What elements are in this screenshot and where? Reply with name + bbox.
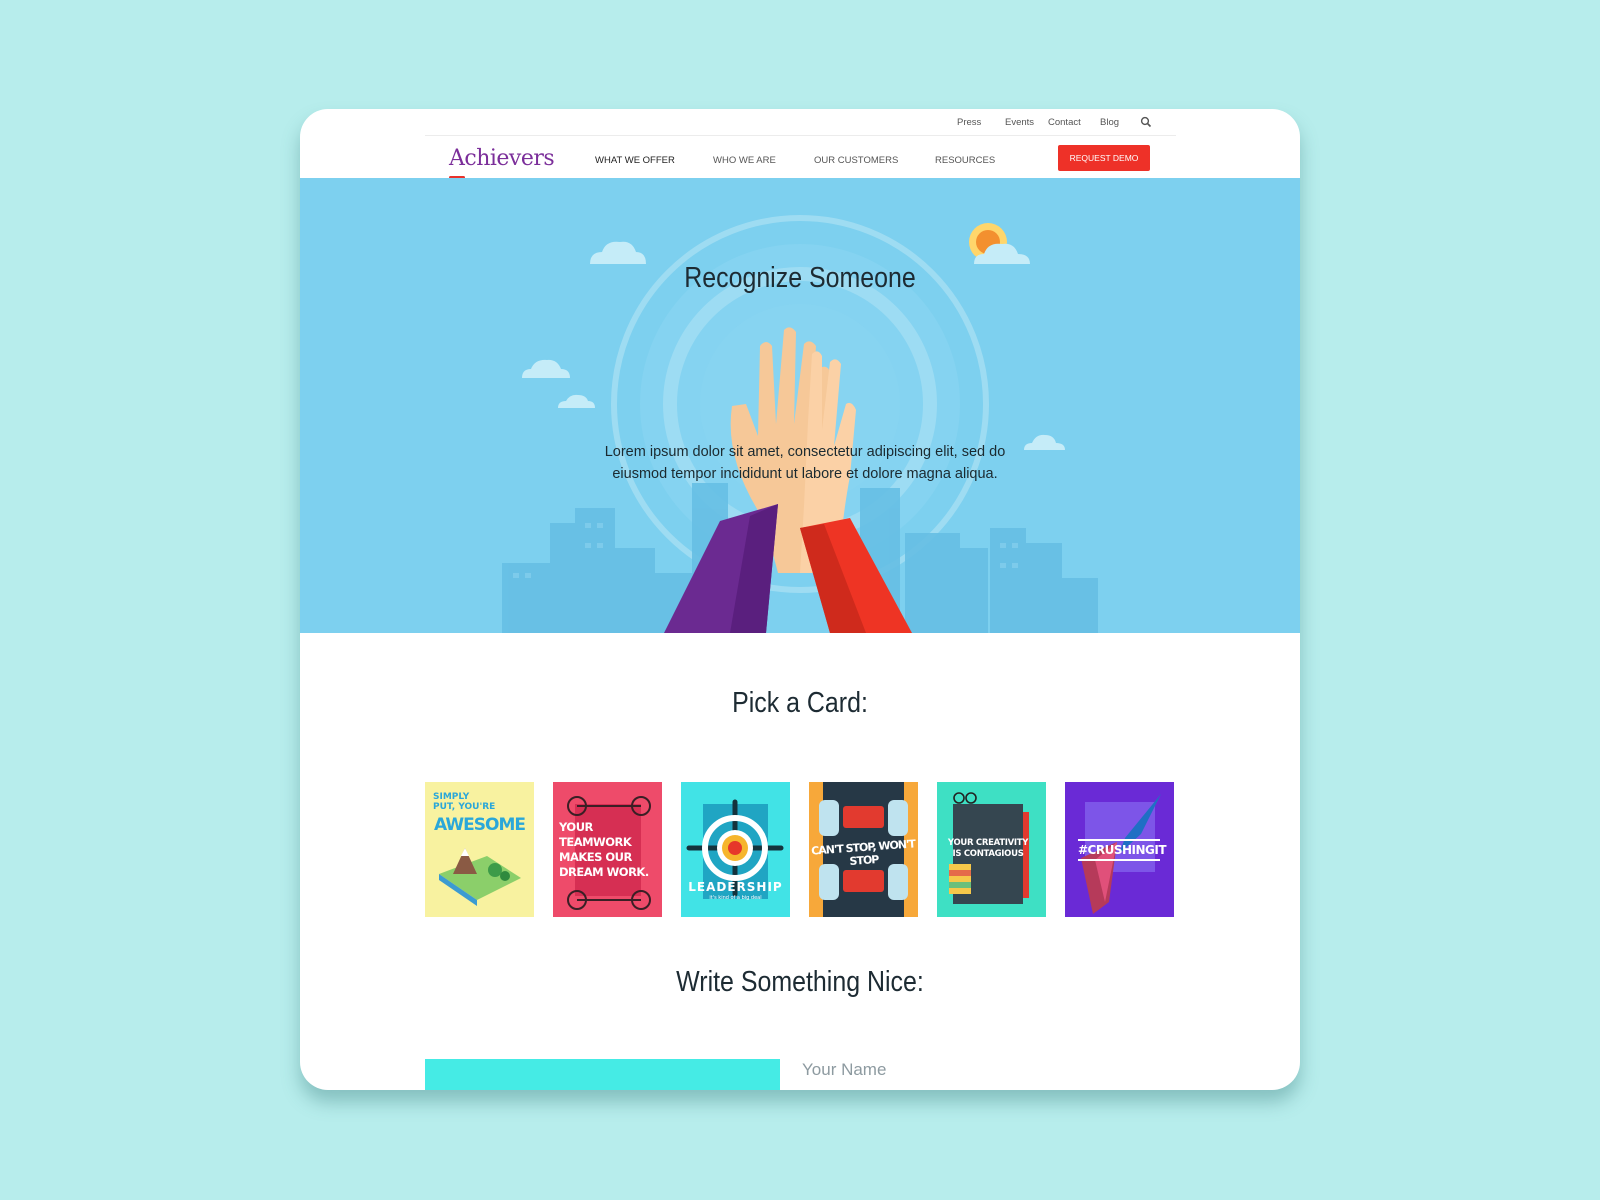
card-creativity-line2: IS CONTAGIOUS [952, 849, 1024, 859]
card-creativity-line1: YOUR CREATIVITY [947, 838, 1029, 848]
card-awesome-line1: SIMPLY [433, 792, 470, 802]
card-teamwork[interactable]: YOUR TEAMWORK MAKES OUR DREAM WORK. [553, 782, 662, 917]
card-leadership[interactable]: LEADERSHIP it's kind of a big deal [681, 782, 790, 917]
card-teamwork-line4: DREAM WORK. [559, 865, 649, 879]
search-icon[interactable] [1140, 116, 1152, 128]
nav-item-our-customers[interactable]: OUR CUSTOMERS [814, 155, 898, 166]
utility-nav: Press Events Contact Blog [425, 109, 1176, 136]
nav-item-resources[interactable]: RESOURCES [935, 155, 995, 166]
logo[interactable]: Achievers [449, 146, 555, 171]
high-five-illustration [502, 215, 1098, 633]
card-teamwork-line1: YOUR [559, 820, 593, 834]
utility-link-contact[interactable]: Contact [1048, 117, 1081, 128]
card-teamwork-line2: TEAMWORK [559, 835, 632, 849]
request-demo-button[interactable]: REQUEST DEMO [1058, 145, 1150, 171]
message-card-preview[interactable] [425, 1059, 780, 1090]
card-cant-stop[interactable]: CAN'T STOP, WON'T STOP [809, 782, 918, 917]
hero-banner: Recognize Someone Lorem ipsum dolor sit … [300, 178, 1300, 633]
utility-link-blog[interactable]: Blog [1100, 117, 1119, 128]
pick-card-title: Pick a Card: [732, 687, 868, 719]
card-leadership-line2: it's kind of a big deal [709, 895, 762, 901]
card-awesome-line2: PUT, YOU'RE [433, 802, 496, 812]
card-awesome[interactable]: SIMPLY PUT, YOU'RE AWESOME [425, 782, 534, 917]
nav-item-what-we-offer[interactable]: WHAT WE OFFER [595, 155, 675, 166]
card-teamwork-line3: MAKES OUR [559, 850, 632, 864]
hero-body-text: Lorem ipsum dolor sit amet, consectetur … [604, 444, 1006, 482]
card-crushingit-line1: #CRUSHINGIT [1078, 839, 1167, 861]
utility-link-events[interactable]: Events [1005, 117, 1034, 128]
hero-title: Recognize Someone [684, 262, 916, 294]
utility-link-press[interactable]: Press [957, 117, 981, 128]
card-awesome-line3: AWESOME [434, 815, 526, 835]
card-crushingit[interactable]: #CRUSHINGIT [1065, 782, 1174, 917]
nav-item-who-we-are[interactable]: WHO WE ARE [713, 155, 776, 166]
card-creativity[interactable]: YOUR CREATIVITY IS CONTAGIOUS [937, 782, 1046, 917]
card-leadership-line1: LEADERSHIP [688, 880, 783, 894]
your-name-input[interactable] [800, 1054, 1154, 1086]
write-something-title: Write Something Nice: [676, 966, 924, 998]
browser-frame: Press Events Contact Blog Achievers WHAT… [300, 109, 1300, 1090]
